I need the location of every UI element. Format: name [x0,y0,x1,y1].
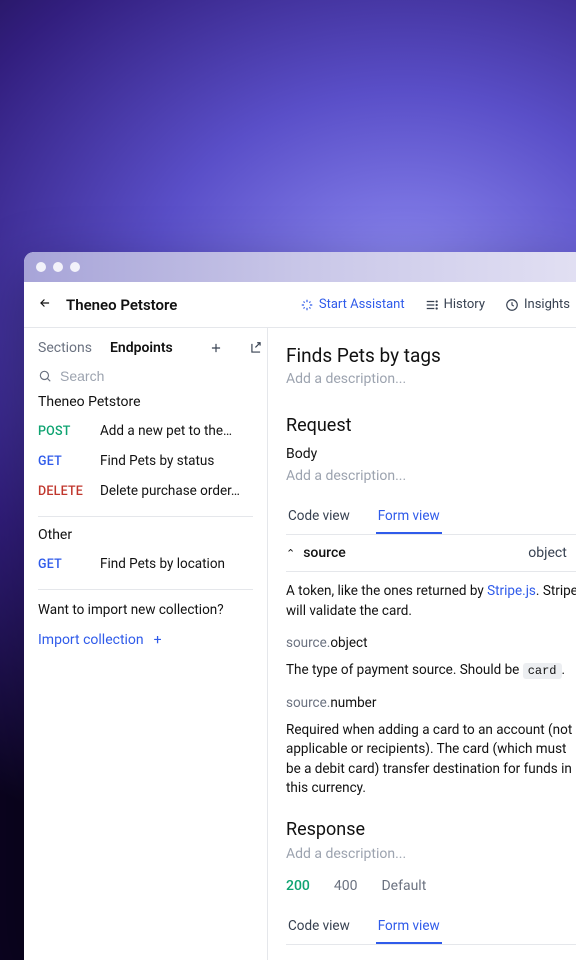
response-view-tabs: Code view Form view [286,910,576,945]
endpoint-label: Find Pets by status [100,453,253,469]
param-field-path: source.number [286,695,576,711]
add-icon[interactable] [209,341,223,355]
endpoint-label: Find Pets by location [100,556,253,572]
sidebar-group-title: Theneo Petstore [38,394,253,410]
sidebar-tab-endpoints[interactable]: Endpoints [110,340,173,356]
app-window: Theneo Petstore Start Assistant History [24,252,576,960]
request-heading: Request [286,415,576,436]
window-min-dot[interactable] [53,262,63,272]
description-placeholder[interactable]: Add a description... [286,371,576,387]
param-name: source [303,545,346,561]
history-button[interactable]: History [425,297,485,312]
divider [38,516,253,517]
chevron-up-icon: ⌃ [286,547,295,560]
param-header[interactable]: ⌃ source object ⌃ [286,535,576,572]
insights-label: Insights [524,297,570,312]
window-titlebar [24,252,576,282]
endpoint-row[interactable]: GET Find Pets by location [38,549,253,579]
plus-icon: + [154,632,162,648]
window-max-dot[interactable] [70,262,80,272]
status-tab-200[interactable]: 200 [286,878,310,894]
endpoint-row[interactable]: POST Add a new pet to the… [38,416,253,446]
tab-code-view[interactable]: Code view [286,910,352,944]
back-arrow-icon[interactable] [38,295,52,314]
response-description-placeholder[interactable]: Add a description... [286,846,576,862]
import-collection-link[interactable]: Import collection + [38,632,253,648]
tab-form-view[interactable]: Form view [376,910,442,944]
sidebar: Sections Endpoints Theneo [24,328,268,960]
response-heading: Response [286,819,576,840]
status-tab-400[interactable]: 400 [334,878,358,894]
param-field-description: The type of payment source. Should be ca… [286,661,576,681]
sidebar-group-title: Other [38,527,253,543]
main-panel: Finds Pets by tags Add a description... … [268,328,576,960]
body-description-placeholder[interactable]: Add a description... [286,468,576,484]
body-heading: Body [286,446,576,462]
search-icon [38,369,52,383]
search-box[interactable] [38,368,253,384]
topbar: Theneo Petstore Start Assistant History [24,282,576,328]
param-type: object [528,545,567,561]
import-prompt: Want to import new collection? [38,602,253,618]
code-chip: card [523,663,562,679]
search-input[interactable] [60,368,253,384]
status-tab-default[interactable]: Default [381,878,426,894]
param-field-path: source.object [286,635,576,651]
insights-button[interactable]: Insights [505,297,570,312]
sparkle-icon [300,298,314,312]
method-badge: GET [38,454,90,469]
start-assistant-label: Start Assistant [319,297,405,312]
breadcrumb[interactable]: Theneo Petstore [66,296,286,314]
endpoint-row[interactable]: DELETE Delete purchase order… [38,476,253,506]
response-status-tabs: 200 400 Default [286,878,576,894]
history-icon [425,298,439,312]
param-field-description: Required when adding a card to an accoun… [286,721,576,799]
param-description: A token, like the ones returned by Strip… [286,582,576,621]
window-close-dot[interactable] [36,262,46,272]
import-icon[interactable] [249,341,263,355]
sidebar-tab-sections[interactable]: Sections [38,340,92,356]
insights-icon [505,298,519,312]
start-assistant-button[interactable]: Start Assistant [300,297,405,312]
import-collection-label: Import collection [38,632,144,648]
page-title: Finds Pets by tags [286,344,576,367]
endpoint-label: Add a new pet to the… [100,423,253,439]
request-view-tabs: Code view Form view [286,500,576,535]
tab-code-view[interactable]: Code view [286,500,352,534]
method-badge: POST [38,424,90,439]
endpoint-label: Delete purchase order… [100,483,253,499]
tab-form-view[interactable]: Form view [376,500,442,534]
divider [38,589,253,590]
stripejs-link[interactable]: Stripe.js [487,583,536,599]
history-label: History [444,297,485,312]
method-badge: DELETE [38,484,90,499]
method-badge: GET [38,557,90,572]
endpoint-row[interactable]: GET Find Pets by status [38,446,253,476]
